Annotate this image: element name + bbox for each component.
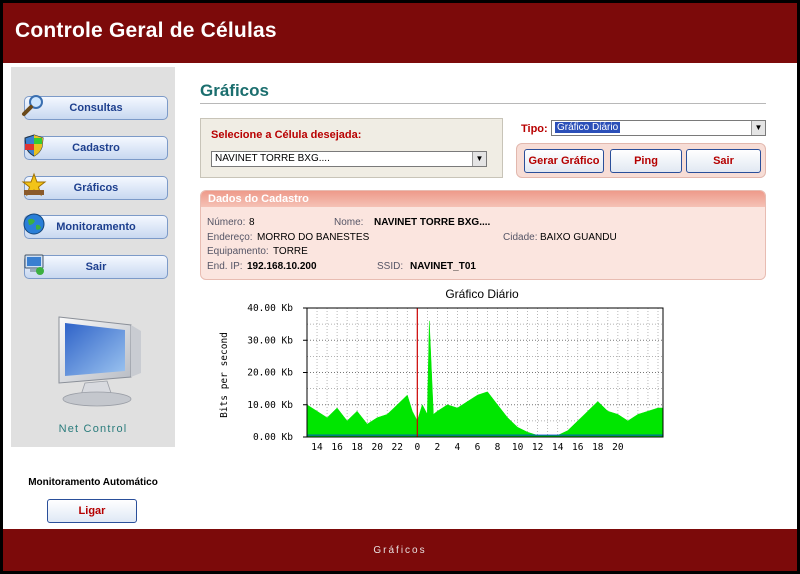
- chart-xtick-label: 14: [552, 442, 564, 453]
- ssid-value: NAVINET_T01: [410, 261, 476, 272]
- ssid-label: SSID:: [377, 261, 404, 272]
- sidebar-item-cadastro[interactable]: Cadastro: [24, 134, 168, 160]
- footer-label: Gráficos: [373, 545, 427, 556]
- chart-xaxis: 14 16 18 20 22 0 2 4 6 8 10 12 14 16 18 20: [311, 442, 624, 453]
- chevron-down-icon[interactable]: ▼: [751, 121, 765, 135]
- sidebar-item-label: Consultas: [69, 102, 123, 114]
- chart-ytick-label: 0.00 Kb: [253, 432, 293, 443]
- chevron-down-icon[interactable]: ▼: [472, 152, 486, 166]
- sidebar-item-consultas[interactable]: Consultas: [22, 95, 168, 120]
- computer-icon: [24, 254, 44, 275]
- cell-select-label: Selecione a Célula desejada:: [211, 129, 362, 141]
- page-title: Gráficos: [200, 81, 269, 100]
- sidebar-item-label: Gráficos: [73, 182, 119, 194]
- sair-button[interactable]: Sair: [686, 149, 761, 173]
- cadastro-panel: Dados do Cadastro Número: 8 Nome: NAVINE…: [200, 190, 766, 280]
- cidade-label: Cidade:: [503, 232, 538, 243]
- title-divider: [200, 103, 766, 104]
- nome-value: NAVINET TORRE BXG....: [374, 217, 491, 228]
- cell-select-panel: Selecione a Célula desejada: NAVINET TOR…: [200, 118, 503, 178]
- chart-xtick-label: 16: [331, 442, 343, 453]
- sidebar-item-label: Cadastro: [72, 142, 120, 154]
- chart-yaxis: 0.00 Kb 10.00 Kb 20.00 Kb 30.00 Kb 40.00 Kb: [247, 303, 307, 443]
- endereco-value: MORRO DO BANESTES: [257, 232, 370, 243]
- chart-xtick-label: 6: [475, 442, 481, 453]
- chart-ytick-label: 20.00 Kb: [247, 368, 293, 379]
- sidebar-item-graficos[interactable]: Gráficos: [21, 172, 168, 200]
- sidebar-item-label: Monitoramento: [56, 221, 136, 233]
- globe-icon: [23, 213, 45, 235]
- chart-xtick-label: 18: [351, 442, 363, 453]
- chart-xtick-label: 18: [592, 442, 604, 453]
- chart-xtick-label: 20: [612, 442, 624, 453]
- chart-xtick-label: 12: [532, 442, 543, 453]
- chart-ytick-label: 40.00 Kb: [247, 303, 293, 314]
- ip-value: 192.168.10.200: [247, 261, 317, 272]
- equipamento-value: TORRE: [273, 246, 308, 257]
- shield-icon: [24, 134, 44, 157]
- cidade-value: BAIXO GUANDU: [540, 232, 617, 243]
- chart-ytick-label: 10.00 Kb: [247, 400, 293, 411]
- chart-xtick-label: 14: [311, 442, 323, 453]
- chart-xtick-label: 2: [434, 442, 440, 453]
- chart-xtick-label: 0: [414, 442, 420, 453]
- gerar-grafico-button[interactable]: Gerar Gráfico: [524, 149, 604, 173]
- monitor-logo-icon: [58, 316, 141, 407]
- nome-label: Nome:: [334, 217, 364, 228]
- magnifier-icon: [22, 95, 43, 116]
- cadastro-header: Dados do Cadastro: [201, 191, 765, 207]
- chart-ylabel: Bits per second: [219, 332, 230, 418]
- chart-xtick-label: 20: [371, 442, 383, 453]
- ip-label: End. IP:: [207, 261, 243, 272]
- chart-xtick-label: 8: [495, 442, 501, 453]
- cell-select-dropdown[interactable]: NAVINET TORRE BXG.... ▼: [211, 151, 487, 167]
- chart-xtick-label: 22: [392, 442, 403, 453]
- equipamento-label: Equipamento:: [207, 246, 269, 257]
- chart-title: Gráfico Diário: [445, 287, 519, 301]
- auto-monitor-title: Monitoramento Automático: [28, 477, 158, 488]
- numero-label: Número:: [207, 217, 246, 228]
- chart-xtick-label: 16: [572, 442, 584, 453]
- sidebar-item-label: Sair: [85, 261, 107, 273]
- daily-chart: Gráfico Diário Bits per second 0.00 Kb 10…: [219, 287, 664, 453]
- chart-xtick-label: 4: [455, 442, 461, 453]
- chart-xtick-label: 10: [512, 442, 524, 453]
- tipo-label: Tipo:: [521, 123, 548, 135]
- cell-select-value: NAVINET TORRE BXG....: [215, 153, 330, 164]
- app-header: Controle Geral de Células: [3, 3, 797, 63]
- star-icon: [21, 172, 47, 197]
- footer-bar: Gráficos: [3, 529, 797, 571]
- tipo-select-dropdown[interactable]: Gráfico Diário ▼: [551, 120, 766, 136]
- actions-panel: Gerar Gráfico Ping Sair: [516, 143, 766, 178]
- chart-ytick-label: 30.00 Kb: [247, 335, 293, 346]
- tipo-select-value: Gráfico Diário: [555, 122, 621, 133]
- brand-label: Net Control: [58, 423, 128, 435]
- ligar-button[interactable]: Ligar: [47, 499, 137, 523]
- chart-area-fill: [306, 320, 664, 438]
- app-title: Controle Geral de Células: [15, 19, 277, 42]
- ping-button[interactable]: Ping: [610, 149, 682, 173]
- endereco-label: Endereço:: [207, 232, 253, 243]
- app-window: Controle Geral de Células Consultas Cada…: [3, 3, 797, 571]
- sidebar-item-sair[interactable]: Sair: [24, 254, 168, 279]
- sidebar: Consultas Cadastro Gráficos Monitorament…: [11, 67, 175, 447]
- numero-value: 8: [249, 217, 255, 228]
- sidebar-item-monitoramento[interactable]: Monitoramento: [23, 213, 168, 239]
